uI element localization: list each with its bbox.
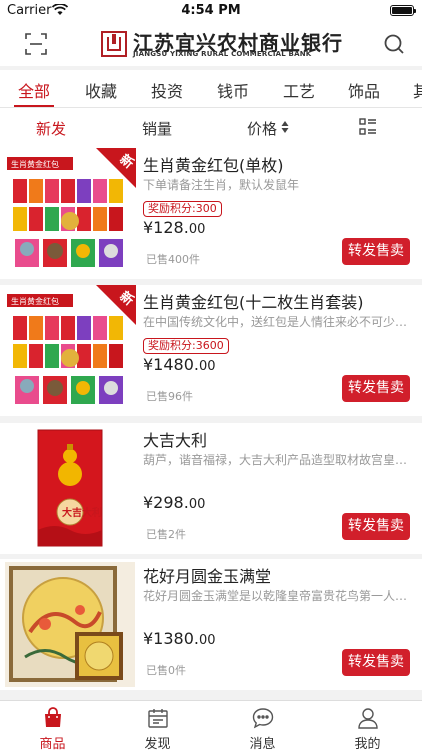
product-name: 生肖黄金红包(单枚) <box>143 156 284 175</box>
reward-points-badge: 奖励积分:300 <box>143 201 222 217</box>
product-desc: 花好月圆金玉满堂是以乾隆皇帝富贵花鸟第一人之作 <box>143 589 415 603</box>
product-card[interactable]: 花好月圆金玉满堂 花好月圆金玉满堂是以乾隆皇帝富贵花鸟第一人之作 ¥1380.0… <box>0 559 422 690</box>
tab-messages[interactable]: 消息 <box>210 701 315 750</box>
sort-sales[interactable]: 销量 <box>142 118 172 139</box>
product-card[interactable]: 大吉大利 大吉大利 葫芦，谐音福禄，大吉大利产品造型取材故宫皇家藏品 ¥298.… <box>0 423 422 554</box>
new-badge: 新 <box>96 148 136 188</box>
image-caption: 生肖黄金红包 <box>11 159 59 169</box>
product-image <box>5 562 135 687</box>
product-card[interactable]: 生肖黄金红包 新 生肖黄金红包(单枚) 下单请备注生肖，默认发鼠年 奖励积分:3… <box>0 148 422 279</box>
product-price: ¥1380.00 <box>143 629 216 648</box>
product-desc: 葫芦，谐音福禄，大吉大利产品造型取材故宫皇家藏品 <box>143 453 415 467</box>
sort-price[interactable]: 价格 <box>247 118 277 139</box>
product-price: ¥1480.00 <box>143 355 216 374</box>
resell-button[interactable]: 转发售卖 <box>342 649 410 676</box>
person-icon <box>358 708 378 729</box>
product-name: 大吉大利 <box>143 431 208 450</box>
tab-all[interactable]: 全部 <box>18 78 50 102</box>
sold-count: 已售96件 <box>146 390 193 403</box>
resell-button[interactable]: 转发售卖 <box>342 513 410 540</box>
category-tabs: 全部 收藏 投资 钱币 工艺 饰品 其 <box>0 70 422 108</box>
product-list: 生肖黄金红包 新 生肖黄金红包(单枚) 下单请备注生肖，默认发鼠年 奖励积分:3… <box>0 148 422 700</box>
reward-points-badge: 奖励积分:3600 <box>143 338 229 354</box>
clock: 4:54 PM <box>181 3 241 18</box>
product-price: ¥298.00 <box>143 493 206 512</box>
tab-crafts[interactable]: 工艺 <box>283 78 315 102</box>
resell-button[interactable]: 转发售卖 <box>342 375 410 402</box>
tab-favorites[interactable]: 收藏 <box>85 78 117 102</box>
message-icon <box>252 708 274 729</box>
search-icon[interactable] <box>382 32 406 56</box>
gold-jade-painting-image <box>5 562 135 687</box>
scan-icon[interactable] <box>24 32 48 56</box>
sort-newest[interactable]: 新发 <box>36 118 66 139</box>
sold-count: 已售0件 <box>146 664 186 677</box>
active-tab-indicator <box>14 105 54 107</box>
tab-label: 我的 <box>354 737 381 750</box>
tab-jewelry[interactable]: 饰品 <box>348 78 380 102</box>
product-price: ¥128.00 <box>143 218 206 237</box>
battery-icon <box>390 5 416 16</box>
bag-icon <box>45 707 61 727</box>
bank-logo: 江苏宜兴农村商业银行 JIANGSU YIXING RURAL COMMERCI… <box>101 27 342 61</box>
tab-label: 发现 <box>144 737 171 750</box>
tab-discover[interactable]: 发现 <box>105 701 210 750</box>
product-desc: 在中国传统文化中，送红包是人情往来必不可少的礼仪 <box>143 315 415 329</box>
status-bar: Carrier 4:54 PM <box>0 0 422 22</box>
bank-name-en: JIANGSU YIXING RURAL COMMERCIAL BANK <box>133 50 312 58</box>
sort-arrows-icon[interactable] <box>281 120 289 134</box>
image-caption: 大吉大利 <box>62 506 102 519</box>
tab-other[interactable]: 其 <box>413 78 422 102</box>
sold-count: 已售400件 <box>146 253 200 266</box>
calendar-icon <box>148 709 168 728</box>
product-name: 花好月圆金玉满堂 <box>143 567 272 586</box>
tab-products[interactable]: 商品 <box>0 701 105 750</box>
tab-label: 消息 <box>249 737 276 750</box>
list-view-icon[interactable] <box>359 118 377 136</box>
product-image: 大吉大利 <box>5 426 135 551</box>
gourd-gift-box-image: 大吉大利 <box>5 426 135 551</box>
nav-bar: 江苏宜兴农村商业银行 JIANGSU YIXING RURAL COMMERCI… <box>0 22 422 66</box>
tab-coins[interactable]: 钱币 <box>217 78 249 102</box>
bottom-tab-bar: 商品 发现 消息 我的 <box>0 700 422 750</box>
product-card[interactable]: 生肖黄金红包 新 生肖黄金红包(十二枚生肖套装) 在中国传统文化中，送红包是人情… <box>0 285 422 416</box>
tab-investment[interactable]: 投资 <box>151 78 183 102</box>
resell-button[interactable]: 转发售卖 <box>342 238 410 265</box>
tab-label: 商品 <box>39 737 66 750</box>
new-badge: 新 <box>96 285 136 325</box>
product-desc: 下单请备注生肖，默认发鼠年 <box>143 178 300 192</box>
tab-mine[interactable]: 我的 <box>315 701 420 750</box>
image-caption: 生肖黄金红包 <box>11 296 59 306</box>
sold-count: 已售2件 <box>146 528 186 541</box>
bank-emblem-icon <box>101 31 127 57</box>
product-name: 生肖黄金红包(十二枚生肖套装) <box>143 293 364 312</box>
sort-bar: 新发 销量 价格 <box>0 108 422 148</box>
